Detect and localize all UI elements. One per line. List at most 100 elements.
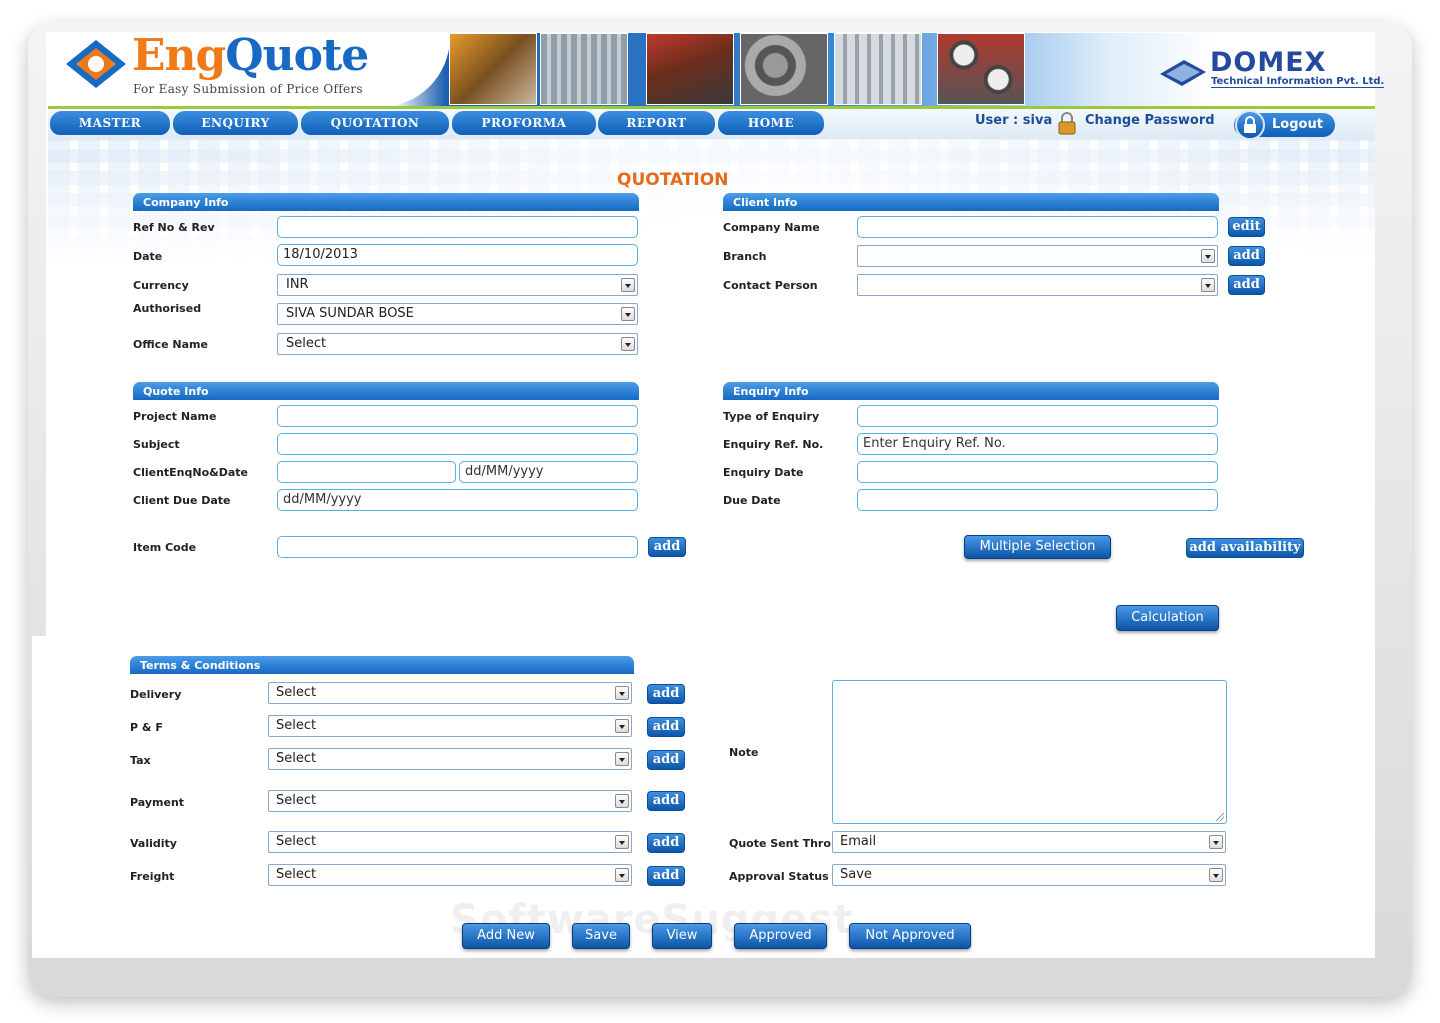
contact-select[interactable] xyxy=(857,274,1218,296)
item-add-button[interactable]: add xyxy=(648,537,686,557)
chevron-down-icon[interactable] xyxy=(621,337,635,351)
tax-add-button[interactable]: add xyxy=(647,750,685,770)
tax-value: Select xyxy=(276,751,317,766)
vendor-subtitle: Technical Information Pvt. Ltd. xyxy=(1211,76,1385,88)
delivery-value: Select xyxy=(276,685,317,700)
currency-value: INR xyxy=(286,277,309,292)
view-button[interactable]: View xyxy=(652,923,712,949)
office-select[interactable]: Select xyxy=(277,333,638,355)
validity-label: Validity xyxy=(130,837,177,850)
enquiry-date-label: Enquiry Date xyxy=(723,466,804,479)
nav-enquiry[interactable]: ENQUIRY xyxy=(173,111,298,135)
delivery-select[interactable]: Select xyxy=(268,682,632,704)
authorised-value: SIVA SUNDAR BOSE xyxy=(286,306,414,321)
nav-quotation[interactable]: QUOTATION xyxy=(301,111,449,135)
item-code-input[interactable] xyxy=(277,536,638,558)
enquiry-ref-label: Enquiry Ref. No. xyxy=(723,438,824,451)
client-company-label: Company Name xyxy=(723,221,820,234)
clientenq-date-input[interactable]: dd/MM/yyyy xyxy=(459,461,638,483)
chevron-down-icon[interactable] xyxy=(615,752,629,766)
freight-label: Freight xyxy=(130,870,175,883)
save-button[interactable]: Save xyxy=(572,923,630,949)
enquiry-ref-input[interactable]: Enter Enquiry Ref. No. xyxy=(857,433,1218,455)
chevron-down-icon[interactable] xyxy=(615,794,629,808)
validity-select[interactable]: Select xyxy=(268,831,632,853)
approval-select[interactable]: Save xyxy=(832,864,1226,886)
chevron-down-icon[interactable] xyxy=(615,719,629,733)
branch-add-button[interactable]: add xyxy=(1228,246,1265,266)
note-label: Note xyxy=(729,746,759,759)
branch-label: Branch xyxy=(723,250,767,263)
validity-add-button[interactable]: add xyxy=(647,833,685,853)
chevron-down-icon[interactable] xyxy=(1209,868,1223,882)
clientenq-no-input[interactable] xyxy=(277,461,456,483)
enquiry-type-input[interactable] xyxy=(857,405,1218,427)
delivery-add-button[interactable]: add xyxy=(647,684,685,704)
validity-value: Select xyxy=(276,834,317,849)
pf-select[interactable]: Select xyxy=(268,715,632,737)
banner-photo-robot-arm xyxy=(449,33,537,105)
tax-label: Tax xyxy=(130,754,151,767)
payment-select[interactable]: Select xyxy=(268,790,632,812)
sent-thro-value: Email xyxy=(840,834,877,849)
add-new-button[interactable]: Add New xyxy=(462,923,550,949)
currency-select[interactable]: INR xyxy=(277,274,638,296)
chevron-down-icon[interactable] xyxy=(1209,835,1223,849)
authorised-label: Authorised xyxy=(133,302,202,315)
approval-value: Save xyxy=(840,867,872,882)
note-textarea[interactable] xyxy=(832,680,1227,824)
sent-thro-label: Quote Sent Thro xyxy=(729,837,831,850)
branch-select[interactable] xyxy=(857,245,1218,267)
enquiry-info-header: Enquiry Info xyxy=(723,382,1219,400)
calculation-button[interactable]: Calculation xyxy=(1116,605,1219,631)
payment-value: Select xyxy=(276,793,317,808)
enquiry-due-input[interactable] xyxy=(857,489,1218,511)
resize-handle-icon[interactable] xyxy=(1216,813,1224,821)
user-label: User : siva xyxy=(975,113,1053,128)
project-input[interactable] xyxy=(277,405,638,427)
app-tagline: For Easy Submission of Price Offers xyxy=(133,82,363,96)
client-due-input[interactable]: dd/MM/yyyy xyxy=(277,489,638,511)
client-info-header: Client Info xyxy=(723,193,1219,211)
date-label: Date xyxy=(133,250,163,263)
contact-add-button[interactable]: add xyxy=(1228,275,1265,295)
nav-master[interactable]: MASTER xyxy=(50,111,170,135)
client-edit-button[interactable]: edit xyxy=(1228,217,1265,237)
background-pattern xyxy=(48,139,1375,339)
freight-add-button[interactable]: add xyxy=(647,866,685,886)
payment-add-button[interactable]: add xyxy=(647,791,685,811)
app-logo: EngQuote xyxy=(132,30,369,81)
nav-home[interactable]: HOME xyxy=(718,111,824,135)
subject-label: Subject xyxy=(133,438,180,451)
nav-report[interactable]: REPORT xyxy=(598,111,715,135)
change-password-link[interactable]: Change Password xyxy=(1085,113,1215,128)
date-input[interactable]: 18/10/2013 xyxy=(277,244,638,266)
client-due-label: Client Due Date xyxy=(133,494,231,507)
chevron-down-icon[interactable] xyxy=(615,868,629,882)
ref-label: Ref No & Rev xyxy=(133,221,215,234)
add-availability-button[interactable]: add availability xyxy=(1186,538,1304,558)
tax-select[interactable]: Select xyxy=(268,748,632,770)
currency-label: Currency xyxy=(133,279,189,292)
chevron-down-icon[interactable] xyxy=(621,307,635,321)
sent-thro-select[interactable]: Email xyxy=(832,831,1226,853)
chevron-down-icon[interactable] xyxy=(1201,249,1215,263)
multiple-selection-button[interactable]: Multiple Selection xyxy=(964,535,1111,559)
chevron-down-icon[interactable] xyxy=(1201,278,1215,292)
chevron-down-icon[interactable] xyxy=(621,278,635,292)
clientenq-label: ClientEnqNo&Date xyxy=(133,466,249,479)
authorised-select[interactable]: SIVA SUNDAR BOSE xyxy=(277,303,638,325)
chevron-down-icon[interactable] xyxy=(615,835,629,849)
approved-button[interactable]: Approved xyxy=(734,923,827,949)
lock-icon xyxy=(1058,112,1076,135)
pf-add-button[interactable]: add xyxy=(647,717,685,737)
client-company-input[interactable] xyxy=(857,216,1218,238)
enquiry-due-label: Due Date xyxy=(723,494,781,507)
ref-input[interactable] xyxy=(277,216,638,238)
enquiry-date-input[interactable] xyxy=(857,461,1218,483)
freight-select[interactable]: Select xyxy=(268,864,632,886)
chevron-down-icon[interactable] xyxy=(615,686,629,700)
subject-input[interactable] xyxy=(277,433,638,455)
not-approved-button[interactable]: Not Approved xyxy=(849,923,971,949)
nav-proforma[interactable]: PROFORMA xyxy=(452,111,596,135)
